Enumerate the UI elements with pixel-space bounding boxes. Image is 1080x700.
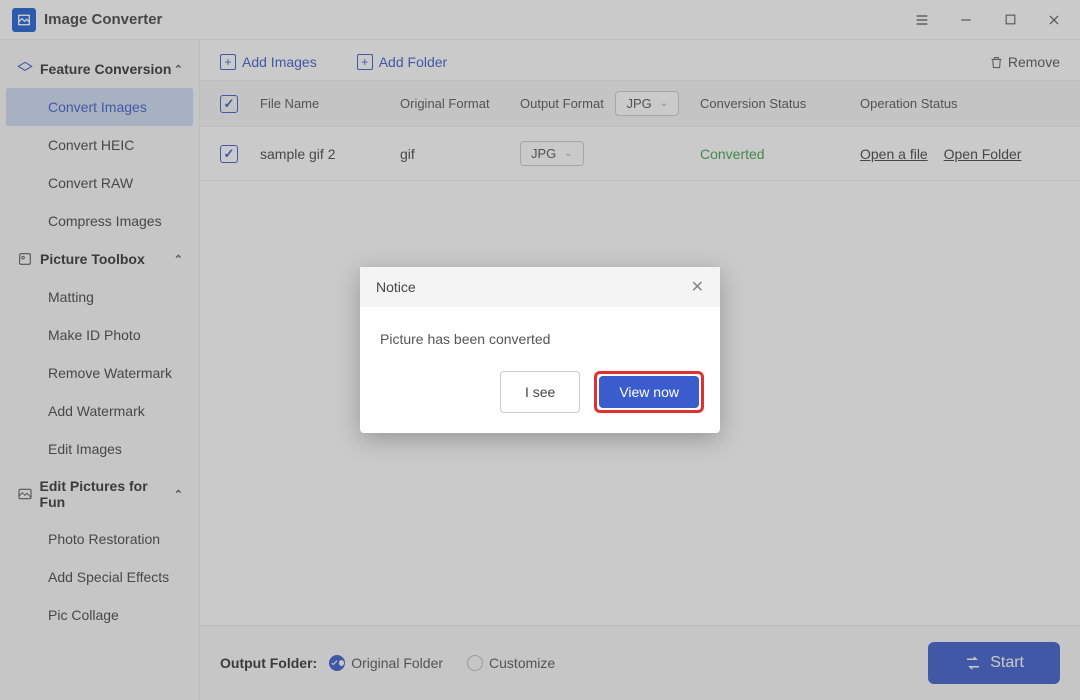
notice-modal: Notice ✕ Picture has been converted I se…: [360, 267, 720, 433]
modal-message: Picture has been converted: [360, 307, 720, 357]
modal-close-button[interactable]: ✕: [691, 277, 704, 297]
view-now-button[interactable]: View now: [599, 376, 699, 408]
highlight-box: View now: [594, 371, 704, 413]
modal-overlay: Notice ✕ Picture has been converted I se…: [0, 0, 1080, 700]
i-see-button[interactable]: I see: [500, 371, 580, 413]
modal-title: Notice: [376, 279, 416, 295]
